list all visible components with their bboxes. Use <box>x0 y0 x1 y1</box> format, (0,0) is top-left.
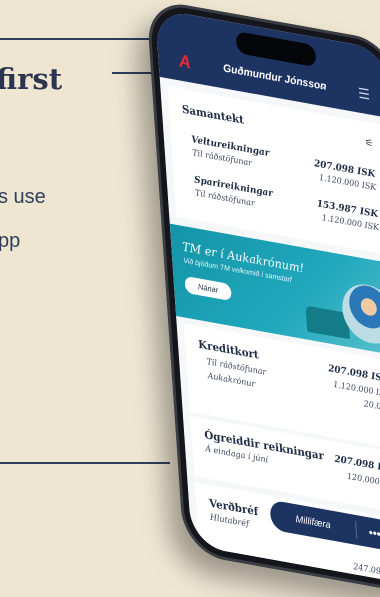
hamburger-menu-icon[interactable]: ☰ <box>358 85 371 104</box>
bg-text-fragment: pp <box>0 230 21 252</box>
bg-rule-bottom-left <box>0 462 170 464</box>
credit-available-amount: 1.120.000 ISK <box>333 379 380 401</box>
chevron-down-icon[interactable]: ⌄ <box>317 78 326 93</box>
bg-rule-top-right <box>112 72 152 74</box>
dynamic-island <box>235 30 317 68</box>
bg-text-fragment: s use <box>0 186 46 208</box>
phone-mockup: A Guðmundur Jónsson ⌄ ☰ Samantekt ⚟ Velt… <box>146 0 380 597</box>
filter-icon[interactable]: ⚟ <box>365 137 374 150</box>
bonus-points-amount: 20.000 <box>363 399 380 415</box>
securities-amount: 247.098 ISK <box>353 562 380 581</box>
bills-due-amount: 120.000 ISK <box>346 471 380 491</box>
bg-rule-top-left <box>0 38 150 40</box>
bills-amount: 207.098 ISK <box>334 453 380 476</box>
arion-logo-icon: A <box>178 50 192 73</box>
user-name[interactable]: Guðmundur Jónsson <box>223 62 327 93</box>
summary-title: Samantekt <box>181 102 245 127</box>
app-screen: A Guðmundur Jónsson ⌄ ☰ Samantekt ⚟ Velt… <box>154 8 380 587</box>
bg-heading-fragment: first <box>0 62 63 96</box>
more-options-icon[interactable]: ••• <box>355 520 380 546</box>
banner-more-button[interactable]: Nánar <box>184 275 232 302</box>
